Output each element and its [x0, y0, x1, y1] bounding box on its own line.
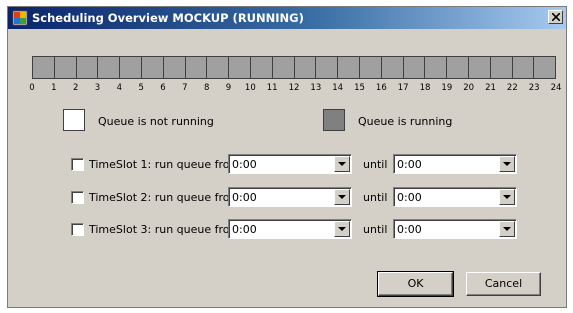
- timeline-tick-0: 0: [29, 83, 35, 93]
- timeline-tick-21: 21: [485, 83, 496, 93]
- timeline-hour-19: [447, 57, 469, 78]
- timeline-tick-23: 23: [528, 83, 540, 93]
- chevron-down-icon: [338, 162, 346, 166]
- timeline-hour-5: [141, 57, 164, 78]
- timeline-tick-20: 20: [463, 83, 475, 93]
- timeslot-1-label: TimeSlot 1: run queue from: [89, 158, 241, 171]
- timeslot-3-from-select[interactable]: 0:00: [228, 219, 352, 239]
- timeslot-2-from-select[interactable]: 0:00: [228, 187, 352, 207]
- schedule-timeline: [32, 56, 556, 79]
- chevron-down-icon: [338, 195, 346, 199]
- timeline-tick-4: 4: [116, 83, 123, 93]
- scheduling-overview-dialog: Scheduling Overview MOCKUP (RUNNING) 012…: [7, 6, 567, 308]
- timeline-hour-12: [294, 57, 317, 78]
- timeslot-2-until-select[interactable]: 0:00: [393, 187, 517, 207]
- timeslot-3-until-dropdown-button[interactable]: [499, 221, 515, 237]
- timeslot-1-from-select[interactable]: 0:00: [228, 154, 352, 174]
- timeline-tick-17: 17: [397, 83, 409, 93]
- chevron-down-icon: [338, 227, 346, 231]
- window-title: Scheduling Overview MOCKUP (RUNNING): [32, 11, 304, 25]
- timeline-hour-8: [207, 57, 230, 78]
- legend-swatch-not-running: [63, 109, 85, 131]
- timeslot-1-checkbox[interactable]: [71, 158, 84, 171]
- timeslot-1-until-dropdown-button[interactable]: [499, 156, 515, 172]
- chevron-down-icon: [503, 162, 511, 166]
- timeline-tick-13: 13: [310, 83, 322, 93]
- title-bar[interactable]: Scheduling Overview MOCKUP (RUNNING): [8, 7, 566, 29]
- timeslot-2-until-value: 0:00: [397, 191, 422, 204]
- timeline-tick-11: 11: [266, 83, 278, 93]
- timeline-hour-0: [33, 57, 55, 78]
- timeline-hour-7: [185, 57, 208, 78]
- timeline-hour-11: [272, 57, 295, 78]
- timeslot-3-from-value: 0:00: [232, 223, 257, 236]
- timeline-hour-20: [468, 57, 491, 78]
- timeline-hour-13: [316, 57, 339, 78]
- timeline-hour-23: [534, 57, 556, 78]
- chevron-down-icon: [503, 195, 511, 199]
- ok-button[interactable]: OK: [377, 271, 454, 297]
- timeslot-3-checkbox[interactable]: [71, 223, 84, 236]
- timeslot-3-until-value: 0:00: [397, 223, 422, 236]
- timeslot-1-until-label: until: [363, 158, 388, 171]
- timeslot-2-until-dropdown-button[interactable]: [499, 189, 515, 205]
- timeslot-3-until-label: until: [363, 223, 388, 236]
- timeline-hour-22: [512, 57, 535, 78]
- timeline-tick-12: 12: [288, 83, 300, 93]
- timeline-tick-9: 9: [225, 83, 232, 93]
- timeline-tick-14: 14: [332, 83, 344, 93]
- timeline-tick-8: 8: [203, 83, 210, 93]
- timeline-tick-16: 16: [375, 83, 387, 93]
- timeslot-1-from-dropdown-button[interactable]: [334, 156, 350, 172]
- close-button[interactable]: [548, 10, 563, 24]
- timeslot-3-from-dropdown-button[interactable]: [334, 221, 350, 237]
- timeslot-2-until-label: until: [363, 191, 388, 204]
- timeline-tick-6: 6: [160, 83, 166, 93]
- timeline-hour-1: [54, 57, 77, 78]
- timeline-hour-4: [120, 57, 142, 78]
- timeslot-2-label: TimeSlot 2: run queue from: [89, 191, 241, 204]
- timeline-tick-15: 15: [354, 83, 365, 93]
- timeline-tick-10: 10: [244, 83, 256, 93]
- timeline-hour-3: [98, 57, 121, 78]
- timeslot-3-label: TimeSlot 3: run queue from: [89, 223, 241, 236]
- timeline-hour-21: [490, 57, 513, 78]
- timeline-tick-19: 19: [441, 83, 453, 93]
- timeline-tick-24: 24: [550, 83, 562, 93]
- timeline-tick-5: 5: [138, 83, 144, 93]
- dialog-body: 0 1 2 3 4 5 6 7 8 9 10 11 12 13 14 15 16 17 18 19 20 21 22 23 24…: [11, 32, 563, 304]
- app-icon: [12, 10, 28, 26]
- timeline-tick-22: 22: [506, 83, 518, 93]
- timeline-hour-15: [359, 57, 382, 78]
- timeline-tick-2: 2: [72, 83, 79, 93]
- legend-label-not-running: Queue is not running: [98, 115, 214, 128]
- timeline-hour-9: [229, 57, 251, 78]
- timeline-hour-6: [163, 57, 186, 78]
- chevron-down-icon: [503, 227, 511, 231]
- timeline-hour-14: [338, 57, 360, 78]
- timeslot-1-until-value: 0:00: [397, 158, 422, 171]
- timeline-hour-18: [425, 57, 448, 78]
- timeline-tick-18: 18: [419, 83, 431, 93]
- cancel-button[interactable]: Cancel: [466, 272, 541, 296]
- timeline-hour-17: [403, 57, 426, 78]
- timeline-tick-3: 3: [94, 83, 101, 93]
- timeslot-2-checkbox[interactable]: [71, 191, 84, 204]
- legend-label-running: Queue is running: [358, 115, 453, 128]
- close-icon: [552, 13, 560, 21]
- timeslot-1-from-value: 0:00: [232, 158, 257, 171]
- timeline-hour-10: [250, 57, 273, 78]
- legend-swatch-running: [323, 109, 345, 131]
- timeslot-1-until-select[interactable]: 0:00: [393, 154, 517, 174]
- timeslot-3-until-select[interactable]: 0:00: [393, 219, 517, 239]
- timeline-hour-16: [381, 57, 404, 78]
- timeslot-2-from-value: 0:00: [232, 191, 257, 204]
- timeline-hour-2: [76, 57, 99, 78]
- timeline-tick-1: 1: [51, 83, 57, 93]
- timeslot-2-from-dropdown-button[interactable]: [334, 189, 350, 205]
- timeline-tick-7: 7: [182, 83, 188, 93]
